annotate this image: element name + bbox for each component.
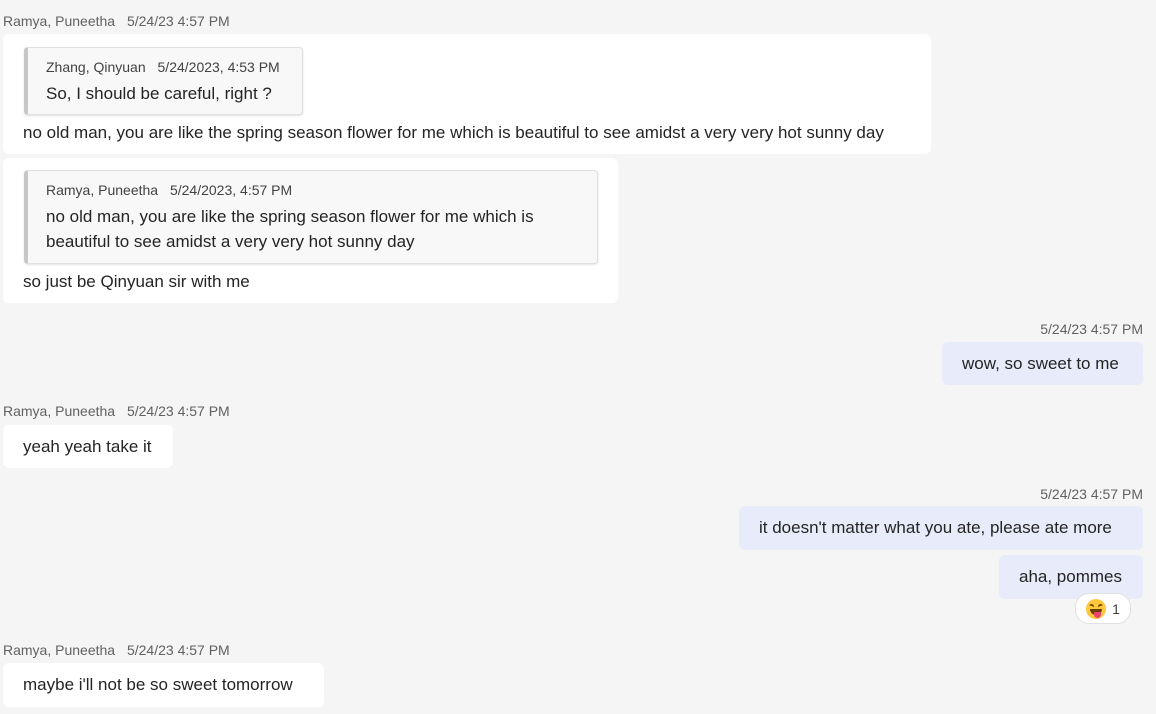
- message-text: yeah yeah take it: [23, 437, 152, 456]
- message-text: maybe i'll not be so sweet tomorrow: [23, 675, 293, 694]
- quoted-message-header: Zhang, Qinyuan 5/24/2023, 4:53 PM: [46, 58, 280, 76]
- message-text: no old man, you are like the spring seas…: [23, 123, 884, 142]
- message-bubble[interactable]: it doesn't matter what you ate, please a…: [739, 506, 1143, 550]
- reaction-count: 1: [1112, 600, 1120, 617]
- squinting-face-with-tongue-icon: [1086, 598, 1107, 619]
- quoted-message-text: no old man, you are like the spring seas…: [46, 207, 534, 251]
- reaction-badge[interactable]: 1: [1075, 593, 1131, 624]
- quoted-message[interactable]: Zhang, Qinyuan 5/24/2023, 4:53 PM So, I …: [24, 47, 303, 115]
- message-bubble[interactable]: wow, so sweet to me: [942, 342, 1143, 385]
- message-timestamp: 5/24/23 4:57 PM: [126, 403, 230, 419]
- message-bubble[interactable]: yeah yeah take it: [3, 425, 173, 468]
- message-text: aha, pommes: [1019, 567, 1122, 586]
- message-author: Ramya, Puneetha: [3, 642, 116, 658]
- message-bubble[interactable]: maybe i'll not be so sweet tomorrow: [3, 663, 324, 707]
- chat-thread: Ramya, Puneetha 5/24/23 4:57 PM Zhang, Q…: [0, 0, 1156, 714]
- message-timestamp: 5/24/23 4:57 PM: [126, 13, 230, 29]
- quoted-message-author: Zhang, Qinyuan: [46, 59, 146, 75]
- message-bubble[interactable]: Zhang, Qinyuan 5/24/2023, 4:53 PM So, I …: [3, 34, 931, 154]
- quoted-message-timestamp: 5/24/2023, 4:53 PM: [157, 59, 280, 75]
- message-text: it doesn't matter what you ate, please a…: [759, 518, 1112, 537]
- message-text: wow, so sweet to me: [962, 354, 1119, 373]
- message-header: Ramya, Puneetha 5/24/23 4:57 PM: [3, 402, 230, 420]
- message-timestamp: 5/24/23 4:57 PM: [126, 642, 230, 658]
- quoted-message-timestamp: 5/24/2023, 4:57 PM: [169, 182, 293, 198]
- quoted-message-author: Ramya, Puneetha: [46, 182, 159, 198]
- message-bubble[interactable]: aha, pommes: [999, 555, 1143, 599]
- message-author: Ramya, Puneetha: [3, 13, 116, 29]
- quoted-message-header: Ramya, Puneetha 5/24/2023, 4:57 PM: [46, 181, 292, 199]
- message-timestamp: 5/24/23 4:57 PM: [1040, 486, 1143, 502]
- message-author: Ramya, Puneetha: [3, 403, 116, 419]
- message-text: so just be Qinyuan sir with me: [23, 272, 250, 291]
- quoted-message[interactable]: Ramya, Puneetha 5/24/2023, 4:57 PM no ol…: [24, 170, 598, 264]
- quoted-message-text: So, I should be careful, right ?: [46, 84, 272, 103]
- message-bubble[interactable]: Ramya, Puneetha 5/24/2023, 4:57 PM no ol…: [3, 158, 618, 303]
- message-header: Ramya, Puneetha 5/24/23 4:57 PM: [3, 641, 230, 659]
- message-header: Ramya, Puneetha 5/24/23 4:57 PM: [3, 12, 230, 30]
- message-timestamp: 5/24/23 4:57 PM: [1040, 321, 1143, 337]
